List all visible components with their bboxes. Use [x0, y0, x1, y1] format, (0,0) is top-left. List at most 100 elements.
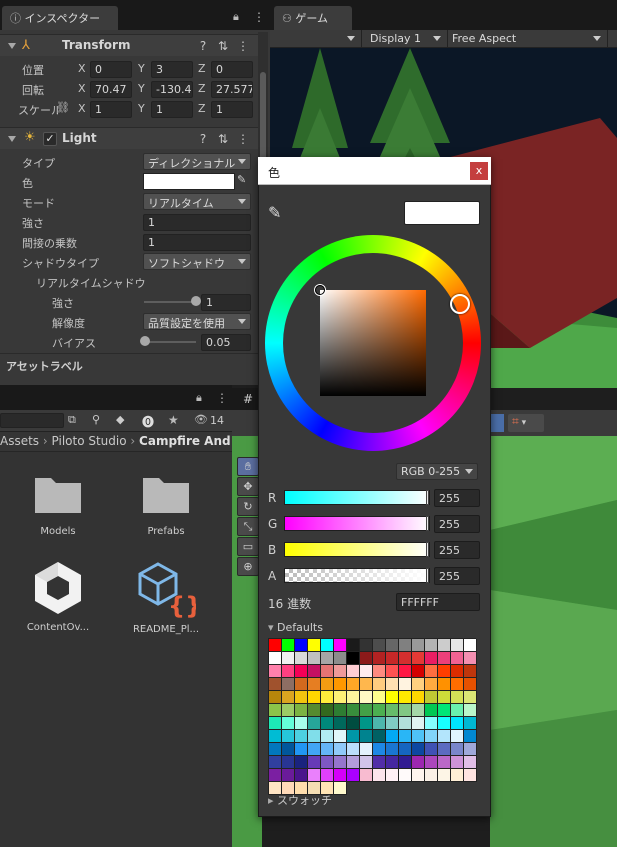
color-swatch[interactable]: [334, 743, 347, 756]
g-slider[interactable]: [284, 516, 430, 531]
color-swatch[interactable]: [334, 756, 347, 769]
color-swatch[interactable]: [386, 665, 399, 678]
color-swatch[interactable]: [295, 730, 308, 743]
color-swatch[interactable]: [451, 756, 464, 769]
color-swatch[interactable]: [347, 639, 360, 652]
color-swatch[interactable]: [425, 691, 438, 704]
b-field[interactable]: 255: [434, 541, 480, 559]
color-swatch[interactable]: [373, 639, 386, 652]
color-swatch[interactable]: [373, 743, 386, 756]
color-swatch[interactable]: [295, 691, 308, 704]
aspect-dropdown[interactable]: Free Aspect: [448, 30, 608, 48]
color-swatch[interactable]: [399, 717, 412, 730]
color-swatch[interactable]: [438, 652, 451, 665]
color-swatch[interactable]: [464, 639, 477, 652]
axis-y-label[interactable]: Y: [138, 62, 145, 75]
color-swatch[interactable]: [451, 730, 464, 743]
color-swatch[interactable]: [464, 665, 477, 678]
saturation-value-handle[interactable]: [315, 285, 325, 295]
color-swatch[interactable]: [464, 652, 477, 665]
axis-x-label[interactable]: X: [78, 102, 86, 115]
color-swatch[interactable]: [334, 639, 347, 652]
color-swatch[interactable]: [321, 743, 334, 756]
color-swatch[interactable]: [373, 691, 386, 704]
color-swatch[interactable]: [412, 756, 425, 769]
color-swatch[interactable]: [295, 678, 308, 691]
color-swatch[interactable]: [282, 665, 295, 678]
color-swatch[interactable]: [399, 769, 412, 782]
color-swatch[interactable]: [464, 756, 477, 769]
color-swatch[interactable]: [464, 717, 477, 730]
color-swatch[interactable]: [334, 678, 347, 691]
mode-dropdown[interactable]: リアルタイム: [143, 193, 251, 210]
rotation-y-field[interactable]: -130.4: [151, 81, 193, 98]
a-field[interactable]: 255: [434, 567, 480, 585]
defaults-foldout[interactable]: ▾ Defaults: [268, 621, 323, 634]
color-swatch[interactable]: [464, 678, 477, 691]
color-swatch[interactable]: [360, 717, 373, 730]
strength-field[interactable]: 1: [201, 294, 251, 311]
color-swatch[interactable]: [334, 730, 347, 743]
color-swatch[interactable]: [321, 730, 334, 743]
eyedropper-icon[interactable]: ✎: [237, 173, 246, 186]
color-swatch[interactable]: [438, 678, 451, 691]
axis-x-label[interactable]: X: [78, 62, 86, 75]
color-swatch[interactable]: [399, 652, 412, 665]
breadcrumb-item[interactable]: Assets: [0, 434, 39, 448]
warning-icon[interactable]: ⓿: [142, 413, 154, 430]
color-swatch[interactable]: [321, 769, 334, 782]
preset-icon[interactable]: ⇅: [216, 132, 230, 146]
color-swatch[interactable]: [438, 730, 451, 743]
filter-icon[interactable]: ⚲: [92, 413, 100, 426]
color-swatch[interactable]: [282, 743, 295, 756]
color-swatch[interactable]: [334, 704, 347, 717]
color-swatch[interactable]: [451, 743, 464, 756]
transform-header[interactable]: ⅄ Transform ? ⇅ ⋮: [0, 34, 258, 56]
color-swatch[interactable]: [373, 769, 386, 782]
color-swatch[interactable]: [334, 691, 347, 704]
g-field[interactable]: 255: [434, 515, 480, 533]
color-swatch[interactable]: [360, 639, 373, 652]
help-icon[interactable]: ?: [196, 132, 210, 146]
color-swatch[interactable]: [360, 691, 373, 704]
color-swatch[interactable]: [386, 704, 399, 717]
hex-field[interactable]: FFFFFF: [396, 593, 480, 611]
color-swatch[interactable]: [282, 691, 295, 704]
color-swatch[interactable]: [308, 652, 321, 665]
color-swatch[interactable]: [399, 691, 412, 704]
light-enabled-checkbox[interactable]: ✓: [43, 132, 57, 146]
rect-tool-button[interactable]: ▭: [237, 537, 259, 556]
color-swatch[interactable]: [412, 639, 425, 652]
color-swatch[interactable]: [386, 652, 399, 665]
color-swatch[interactable]: [295, 756, 308, 769]
color-swatch[interactable]: [347, 769, 360, 782]
tab-inspector[interactable]: ⓘ インスペクター: [2, 6, 118, 30]
color-swatch[interactable]: [269, 639, 282, 652]
position-z-field[interactable]: 0: [211, 61, 253, 78]
project-search-input[interactable]: [0, 413, 64, 428]
position-y-field[interactable]: 3: [151, 61, 193, 78]
color-swatch[interactable]: [438, 665, 451, 678]
color-swatch[interactable]: [334, 665, 347, 678]
a-slider[interactable]: [284, 568, 430, 583]
snap-grid-button[interactable]: ⌗ ▾: [508, 414, 544, 432]
intensity-field[interactable]: 1: [143, 214, 251, 231]
asset-unity-content[interactable]: ContentOv...: [10, 560, 106, 633]
color-swatch[interactable]: [308, 756, 321, 769]
color-swatch[interactable]: [412, 704, 425, 717]
color-swatch[interactable]: [282, 678, 295, 691]
color-swatch[interactable]: [282, 639, 295, 652]
color-swatch[interactable]: [399, 678, 412, 691]
color-swatch[interactable]: [386, 769, 399, 782]
color-swatch[interactable]: [334, 717, 347, 730]
color-swatch[interactable]: [412, 769, 425, 782]
color-swatch[interactable]: [360, 743, 373, 756]
axis-x-label[interactable]: X: [78, 82, 86, 95]
color-swatch[interactable]: [425, 743, 438, 756]
kebab-menu-icon[interactable]: ⋮: [236, 132, 250, 146]
position-x-field[interactable]: 0: [90, 61, 132, 78]
close-button[interactable]: x: [470, 162, 488, 180]
color-swatch[interactable]: [425, 730, 438, 743]
color-swatch[interactable]: [282, 717, 295, 730]
color-swatch[interactable]: [321, 665, 334, 678]
